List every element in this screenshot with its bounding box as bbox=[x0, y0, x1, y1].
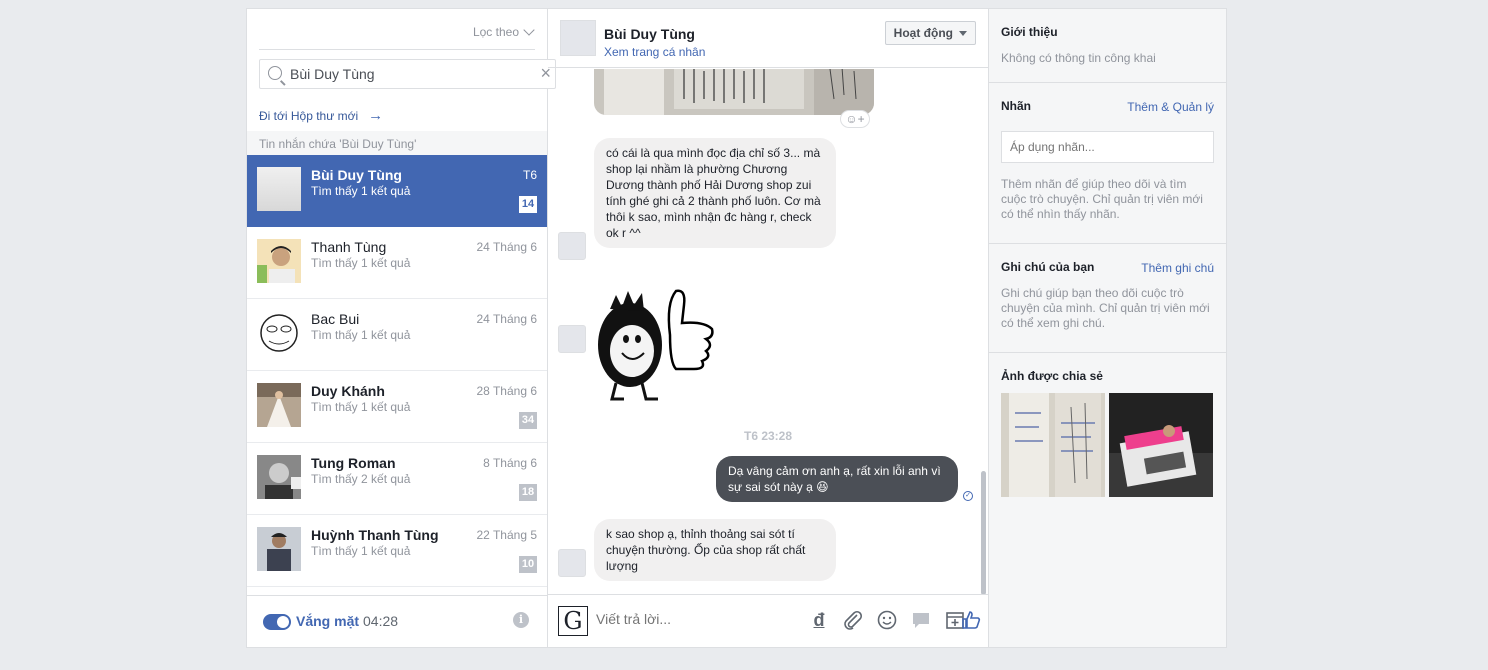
chevron-down-icon bbox=[523, 24, 535, 36]
conversation-item[interactable]: Bac Bui Tìm thấy 1 kết quả 24 Tháng 6 bbox=[247, 299, 547, 371]
conversation-date: 28 Tháng 6 bbox=[476, 384, 538, 398]
labels-section: Nhãn Thêm & Quản lý Thêm nhãn để giúp th… bbox=[989, 83, 1226, 244]
label-input[interactable] bbox=[1001, 131, 1214, 163]
reply-composer: G đ bbox=[548, 594, 988, 647]
conversation-list: Bùi Duy Tùng Tìm thấy 1 kết quả T6 14 Th… bbox=[247, 155, 547, 588]
sent-message: Dạ vâng cảm ơn anh ạ, rất xin lỗi anh vì… bbox=[716, 456, 958, 502]
scrollbar[interactable] bbox=[981, 471, 986, 595]
message-count-badge: 10 bbox=[519, 556, 537, 573]
notes-help-text: Ghi chú giúp bạn theo dõi cuộc trò chuyệ… bbox=[1001, 286, 1210, 330]
conversation-date: 24 Tháng 6 bbox=[476, 240, 538, 254]
message-count-badge: 34 bbox=[519, 412, 537, 429]
conversation-name: Thanh Tùng bbox=[311, 239, 387, 255]
filter-label: Lọc theo bbox=[472, 25, 519, 39]
conversation-item[interactable]: Tung Roman Tìm thấy 2 kết quả 8 Tháng 6 … bbox=[247, 443, 547, 515]
search-results-header: Tin nhắn chứa 'Bùi Duy Tùng' bbox=[247, 131, 547, 155]
received-message: k sao shop ạ, thỉnh thoảng sai sót tí ch… bbox=[594, 519, 836, 581]
conversation-result-count: Tìm thấy 1 kết quả bbox=[311, 184, 411, 198]
photo-message[interactable] bbox=[594, 69, 874, 115]
notes-section: Ghi chú của bạn Thêm ghi chú Ghi chú giú… bbox=[989, 244, 1226, 353]
search-icon bbox=[268, 66, 282, 80]
conversation-date: 24 Tháng 6 bbox=[476, 312, 538, 326]
avatar bbox=[257, 311, 301, 355]
messenger-app: Lọc theo × Đi tới Hộp thư mới → Tin nhắn… bbox=[246, 8, 1227, 648]
conversation-item[interactable]: Bùi Duy Tùng Tìm thấy 1 kết quả T6 14 bbox=[247, 155, 547, 227]
reply-input[interactable] bbox=[596, 611, 796, 627]
search-box: × bbox=[259, 59, 556, 89]
avatar bbox=[257, 167, 301, 211]
avatar bbox=[257, 239, 301, 283]
goto-inbox-link[interactable]: Đi tới Hộp thư mới → bbox=[259, 107, 383, 124]
conversation-result-count: Tìm thấy 1 kết quả bbox=[311, 544, 411, 558]
conversation-result-count: Tìm thấy 1 kết quả bbox=[311, 400, 411, 414]
conversation-name: Bac Bui bbox=[311, 311, 360, 327]
conversation-name: Tung Roman bbox=[311, 455, 396, 471]
conversation-result-count: Tìm thấy 1 kết quả bbox=[311, 328, 411, 342]
conversation-item[interactable]: Thanh Tùng Tìm thấy 1 kết quả 24 Tháng 6 bbox=[247, 227, 547, 299]
shared-photo[interactable] bbox=[1001, 393, 1105, 497]
conversation-sidebar: Lọc theo × Đi tới Hộp thư mới → Tin nhắn… bbox=[247, 9, 556, 647]
conversation-name: Duy Khánh bbox=[311, 383, 385, 399]
avatar bbox=[558, 232, 586, 260]
received-message: có cái là qua mình đọc địa chỉ số 3... m… bbox=[594, 138, 836, 248]
arrow-right-icon: → bbox=[368, 107, 384, 124]
view-profile-link[interactable]: Xem trang cá nhân bbox=[604, 45, 705, 59]
conversation-name: Huỳnh Thanh Tùng bbox=[311, 527, 439, 543]
conversation-panel: Bùi Duy Tùng Xem trang cá nhân Hoạt động… bbox=[548, 9, 988, 647]
conversation-date: 22 Tháng 5 bbox=[476, 528, 538, 542]
goto-inbox-label: Đi tới Hộp thư mới bbox=[259, 108, 359, 123]
avatar bbox=[257, 527, 301, 571]
conversation-date: 8 Tháng 6 bbox=[483, 456, 537, 470]
availability-bar: Vắng mặt 04:28 i bbox=[247, 595, 547, 647]
avatar bbox=[257, 455, 301, 499]
conversation-header: Bùi Duy Tùng Xem trang cá nhân Hoạt động bbox=[548, 9, 988, 68]
caret-down-icon bbox=[959, 30, 967, 36]
avatar bbox=[560, 20, 596, 56]
like-icon[interactable] bbox=[960, 609, 981, 631]
search-input[interactable] bbox=[290, 66, 530, 82]
avatar bbox=[257, 383, 301, 427]
away-time: 04:28 bbox=[363, 613, 399, 629]
conversation-name: Bùi Duy Tùng bbox=[311, 167, 402, 183]
shared-photos-grid bbox=[1001, 393, 1214, 497]
add-note-link[interactable]: Thêm ghi chú bbox=[1141, 261, 1214, 275]
status-dropdown[interactable]: Hoạt động bbox=[884, 21, 976, 45]
contact-name: Bùi Duy Tùng bbox=[604, 26, 695, 42]
sticker-message bbox=[596, 283, 716, 403]
attachment-icon[interactable] bbox=[842, 609, 864, 631]
info-icon[interactable]: i bbox=[513, 612, 529, 628]
filter-dropdown[interactable]: Lọc theo bbox=[472, 24, 535, 39]
status-label: Hoạt động bbox=[893, 26, 953, 40]
emoji-icon[interactable] bbox=[876, 609, 898, 631]
conversation-date: T6 bbox=[522, 168, 537, 182]
about-section: Giới thiệu Không có thông tin công khai bbox=[989, 9, 1226, 83]
conversation-result-count: Tìm thấy 2 kết quả bbox=[311, 472, 411, 486]
saved-reply-icon[interactable] bbox=[910, 609, 932, 631]
payment-icon[interactable]: đ bbox=[808, 609, 830, 631]
conversation-item[interactable]: Huỳnh Thanh Tùng Tìm thấy 1 kết quả 22 T… bbox=[247, 515, 547, 587]
conversation-item[interactable]: Duy Khánh Tìm thấy 1 kết quả 28 Tháng 6 … bbox=[247, 371, 547, 443]
avatar bbox=[558, 325, 586, 353]
shared-photos-section: Ảnh được chia sẻ bbox=[989, 353, 1226, 513]
message-thread: ☺+ có cái là qua mình đọc địa chỉ số 3..… bbox=[548, 69, 988, 595]
details-sidebar: Giới thiệu Không có thông tin công khai … bbox=[988, 9, 1226, 647]
manage-labels-link[interactable]: Thêm & Quản lý bbox=[1127, 100, 1214, 114]
react-button[interactable]: ☺+ bbox=[840, 110, 870, 128]
away-toggle[interactable] bbox=[263, 614, 291, 630]
away-label: Vắng mặt bbox=[296, 613, 360, 629]
labels-help-text: Thêm nhãn để giúp theo dõi và tìm cuộc t… bbox=[1001, 177, 1203, 221]
message-timestamp: T6 23:28 bbox=[743, 429, 793, 443]
shared-photos-title: Ảnh được chia sẻ bbox=[1001, 369, 1103, 383]
page-logo: G bbox=[558, 606, 588, 636]
filter-row: Lọc theo bbox=[259, 9, 535, 50]
conversation-result-count: Tìm thấy 1 kết quả bbox=[311, 256, 411, 270]
message-count-badge: 18 bbox=[519, 484, 537, 501]
message-count-badge: 14 bbox=[519, 196, 537, 213]
about-title: Giới thiệu bbox=[1001, 25, 1058, 39]
avatar bbox=[558, 549, 586, 577]
about-text: Không có thông tin công khai bbox=[1001, 51, 1156, 65]
seen-check-icon: ✓ bbox=[963, 491, 973, 501]
shared-photo[interactable] bbox=[1109, 393, 1213, 497]
